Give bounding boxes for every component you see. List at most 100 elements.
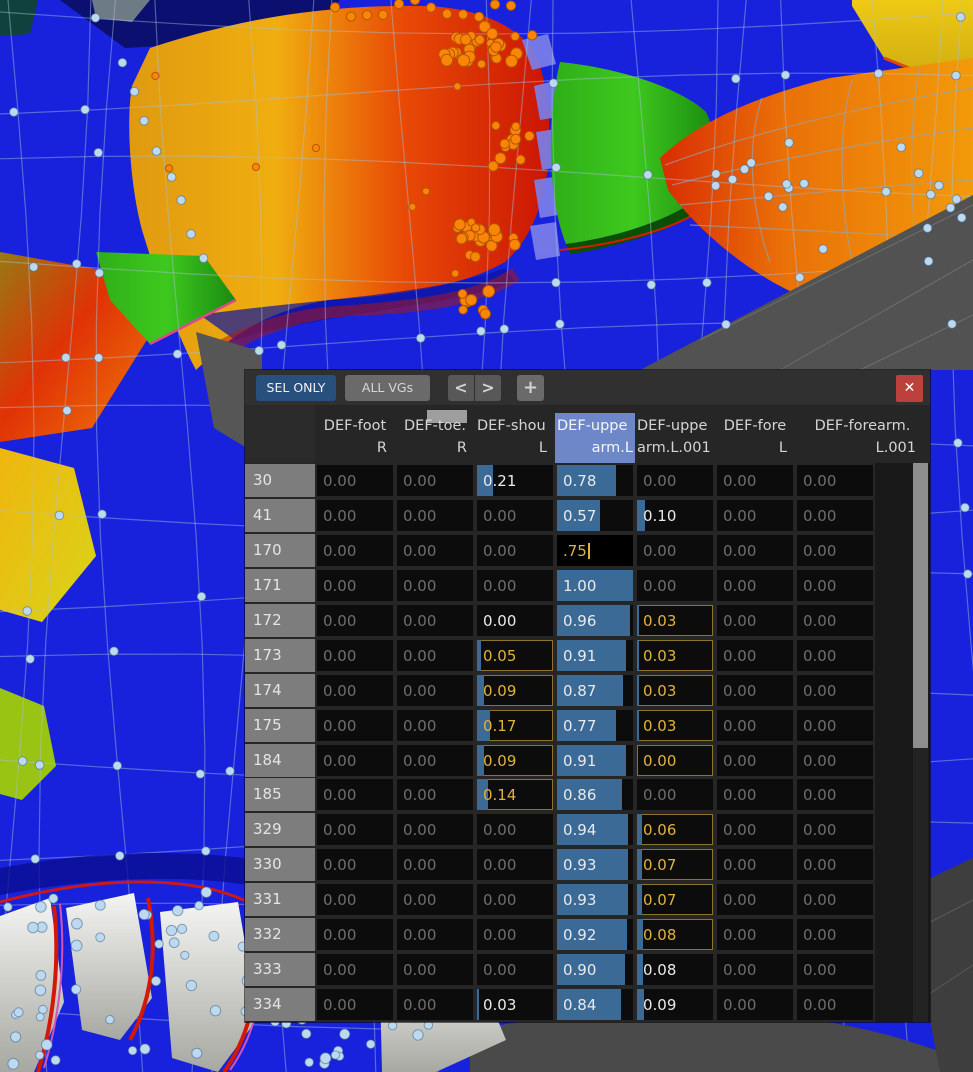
weight-cell[interactable]: 0.00 bbox=[797, 535, 873, 566]
weight-cell[interactable]: 0.00 bbox=[397, 640, 473, 671]
weight-cell[interactable]: 0.00 bbox=[317, 989, 393, 1020]
weight-cell[interactable]: 0.00 bbox=[717, 500, 793, 531]
weight-cell[interactable]: 0.07 bbox=[637, 884, 713, 915]
weight-cell[interactable]: 0.00 bbox=[397, 570, 473, 601]
weight-cell[interactable]: 0.91 bbox=[557, 745, 633, 776]
weight-cell[interactable]: 0.09 bbox=[477, 675, 553, 706]
weight-cell[interactable]: 0.00 bbox=[317, 814, 393, 845]
weight-cell[interactable]: 0.00 bbox=[317, 954, 393, 985]
weight-cell[interactable]: 0.14 bbox=[477, 779, 553, 810]
all-vgs-button[interactable]: ALL VGs bbox=[345, 375, 430, 401]
weight-cell[interactable]: 0.00 bbox=[397, 745, 473, 776]
weight-cell[interactable]: 0.00 bbox=[717, 779, 793, 810]
weight-cell[interactable]: 0.03 bbox=[637, 605, 713, 636]
add-group-button[interactable]: + bbox=[517, 375, 544, 401]
weight-cell[interactable]: 0.77 bbox=[557, 710, 633, 741]
sel-only-button[interactable]: SEL ONLY bbox=[256, 375, 336, 401]
weight-cell[interactable]: 0.00 bbox=[477, 954, 553, 985]
weight-cell[interactable]: 0.00 bbox=[717, 814, 793, 845]
weight-cell[interactable]: 0.00 bbox=[317, 884, 393, 915]
weight-cell[interactable]: 0.03 bbox=[637, 640, 713, 671]
weight-cell[interactable]: 0.00 bbox=[797, 849, 873, 880]
row-index[interactable]: 184 bbox=[245, 744, 315, 777]
weight-cell[interactable]: 0.00 bbox=[717, 465, 793, 496]
column-header[interactable]: DEF-foot R bbox=[315, 405, 395, 463]
weight-cell[interactable]: 0.00 bbox=[797, 745, 873, 776]
row-index[interactable]: 331 bbox=[245, 883, 315, 916]
weight-cell[interactable]: 0.00 bbox=[477, 535, 553, 566]
column-header[interactable]: DEF-uppe arm.L.001 bbox=[635, 405, 715, 463]
weight-cell[interactable]: 0.03 bbox=[637, 710, 713, 741]
weight-cell[interactable]: 0.00 bbox=[397, 814, 473, 845]
weight-cell[interactable]: 0.08 bbox=[637, 919, 713, 950]
column-header[interactable]: DEF-forearm. L.001 bbox=[795, 405, 930, 463]
weight-cell[interactable]: 0.09 bbox=[477, 745, 553, 776]
weight-cell[interactable]: 0.90 bbox=[557, 954, 633, 985]
weight-cell[interactable]: 0.00 bbox=[717, 919, 793, 950]
row-index[interactable]: 41 bbox=[245, 499, 315, 532]
weight-cell[interactable]: 0.00 bbox=[797, 884, 873, 915]
weight-cell[interactable]: 0.00 bbox=[717, 884, 793, 915]
row-index[interactable]: 329 bbox=[245, 813, 315, 846]
weight-cell[interactable]: 0.84 bbox=[557, 989, 633, 1020]
weight-cell[interactable]: 0.06 bbox=[637, 814, 713, 845]
weight-cell[interactable]: 0.00 bbox=[317, 640, 393, 671]
weight-cell[interactable]: 0.05 bbox=[477, 640, 553, 671]
row-index[interactable]: 174 bbox=[245, 674, 315, 707]
weight-cell[interactable]: 0.00 bbox=[797, 954, 873, 985]
vertical-scrollbar[interactable] bbox=[913, 463, 928, 1022]
weight-cell[interactable]: 0.00 bbox=[797, 605, 873, 636]
weight-cell[interactable]: 0.00 bbox=[397, 884, 473, 915]
weight-cell[interactable]: 0.00 bbox=[397, 849, 473, 880]
weight-cell[interactable]: 0.00 bbox=[717, 849, 793, 880]
column-header[interactable]: DEF-uppe arm.L bbox=[555, 405, 635, 463]
row-index[interactable]: 332 bbox=[245, 918, 315, 951]
weight-cell[interactable]: 0.00 bbox=[477, 570, 553, 601]
weight-cell[interactable]: 0.00 bbox=[397, 675, 473, 706]
weight-cell[interactable]: 0.00 bbox=[797, 710, 873, 741]
weight-cell[interactable]: 0.86 bbox=[557, 779, 633, 810]
weight-cell[interactable]: 0.10 bbox=[637, 500, 713, 531]
weight-cell[interactable]: 0.00 bbox=[317, 570, 393, 601]
weight-cell[interactable]: 0.00 bbox=[317, 849, 393, 880]
weight-cell[interactable]: 0.00 bbox=[797, 500, 873, 531]
weight-cell[interactable]: 0.00 bbox=[317, 745, 393, 776]
close-button[interactable]: ✕ bbox=[896, 375, 923, 402]
weight-cell[interactable]: 0.78 bbox=[557, 465, 633, 496]
weight-cell[interactable]: 0.00 bbox=[397, 710, 473, 741]
weight-cell[interactable]: 0.00 bbox=[717, 640, 793, 671]
weight-cell[interactable]: 0.00 bbox=[477, 605, 553, 636]
row-index[interactable]: 30 bbox=[245, 464, 315, 497]
weight-cell[interactable]: 0.94 bbox=[557, 814, 633, 845]
weight-cell[interactable]: 0.00 bbox=[317, 919, 393, 950]
weight-cell[interactable]: 0.00 bbox=[717, 675, 793, 706]
weight-cell[interactable]: 0.87 bbox=[557, 675, 633, 706]
weight-cell[interactable]: 0.00 bbox=[717, 989, 793, 1020]
vertical-scrollbar-thumb[interactable] bbox=[913, 463, 928, 748]
weight-cell[interactable]: 0.17 bbox=[477, 710, 553, 741]
weight-cell[interactable]: 0.00 bbox=[317, 779, 393, 810]
weight-cell[interactable]: 0.00 bbox=[717, 954, 793, 985]
weight-cell[interactable]: 0.93 bbox=[557, 849, 633, 880]
weight-cell[interactable]: 0.00 bbox=[797, 919, 873, 950]
weight-cell[interactable]: 0.00 bbox=[797, 675, 873, 706]
weight-cell[interactable]: 0.00 bbox=[397, 779, 473, 810]
weight-cell[interactable]: 0.00 bbox=[397, 954, 473, 985]
weight-cell[interactable]: 0.00 bbox=[797, 465, 873, 496]
weight-cell[interactable]: 0.00 bbox=[397, 989, 473, 1020]
column-header[interactable]: DEF-toe. R bbox=[395, 405, 475, 463]
weight-cell[interactable]: 0.00 bbox=[477, 884, 553, 915]
weight-cell[interactable]: 0.00 bbox=[397, 465, 473, 496]
row-index[interactable]: 171 bbox=[245, 569, 315, 602]
weight-cell[interactable]: 0.00 bbox=[477, 849, 553, 880]
row-index[interactable]: 172 bbox=[245, 604, 315, 637]
weight-cell[interactable]: 0.00 bbox=[717, 570, 793, 601]
row-index[interactable]: 334 bbox=[245, 988, 315, 1021]
weight-cell[interactable]: 0.00 bbox=[477, 919, 553, 950]
weight-cell[interactable]: 0.00 bbox=[317, 675, 393, 706]
weight-cell[interactable]: 0.00 bbox=[797, 814, 873, 845]
weight-cell[interactable]: 0.96 bbox=[557, 605, 633, 636]
weight-cell[interactable]: 0.07 bbox=[637, 849, 713, 880]
weight-cell[interactable]: 0.09 bbox=[637, 989, 713, 1020]
next-group-button[interactable]: > bbox=[475, 375, 501, 401]
